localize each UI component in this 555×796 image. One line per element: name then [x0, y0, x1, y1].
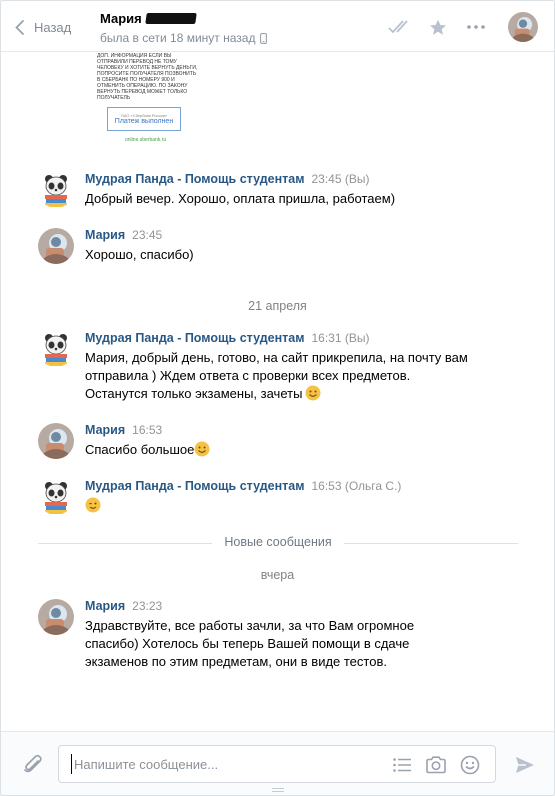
back-button[interactable]: Назад — [15, 16, 71, 38]
avatar-image — [38, 228, 74, 264]
new-messages-separator: Новые сообщения — [38, 535, 518, 551]
back-label: Назад — [34, 19, 72, 35]
date-separator: вчера — [260, 568, 295, 582]
new-messages-label: Новые сообщения — [224, 535, 332, 549]
message-text: Здравствуйте, все работы зачли, за что В… — [85, 617, 518, 671]
attach-button[interactable] — [21, 752, 45, 776]
smile-icon — [460, 755, 480, 775]
message: Мудрая Панда - Помощь студентам 23:45 (Вы… — [38, 172, 518, 208]
paperclip-icon — [24, 754, 42, 773]
message-author[interactable]: Мудрая Панда - Помощь студентам — [85, 479, 304, 493]
wink-emoji-icon — [85, 497, 101, 513]
panda-icon — [38, 172, 74, 208]
message-line: отправила ) Ждем ответа с проверки всех … — [85, 368, 411, 383]
message-text: Мария, добрый день, готово, на сайт прик… — [85, 349, 518, 403]
panda-icon — [38, 331, 74, 367]
message-input-box[interactable] — [58, 745, 496, 783]
message-time[interactable]: 23:45 — [132, 228, 162, 242]
avatar-image — [38, 423, 74, 459]
message-author[interactable]: Мария — [85, 423, 125, 437]
message-author[interactable]: Мудрая Панда - Помощь студентам — [85, 331, 304, 345]
panda-avatar[interactable] — [38, 331, 74, 367]
message-line: спасибо) Хотелось бы теперь Вашей помощи… — [85, 636, 410, 651]
peer-avatar[interactable] — [508, 12, 538, 42]
peer-status: была в сети 18 минут назад — [100, 31, 256, 45]
message-line: Добрый вечер. Хорошо, оплата пришла, раб… — [85, 191, 396, 206]
double-check-icon — [388, 20, 408, 34]
message-text: Спасибо большое — [85, 441, 518, 459]
more-icon — [467, 25, 485, 29]
message-line: Хорошо, спасибо) — [85, 247, 194, 262]
panda-avatar[interactable] — [38, 172, 74, 208]
receipt-stamp-label: Платеж выполнен — [114, 118, 174, 125]
emoji-button[interactable] — [459, 754, 481, 776]
chat-window: Назад Мария была в сети 18 минут назад Д… — [0, 0, 555, 796]
message-text: Добрый вечер. Хорошо, оплата пришла, раб… — [85, 190, 518, 208]
avatar-image — [38, 599, 74, 635]
message: Мария 23:45 Хорошо, спасибо) — [38, 228, 518, 264]
send-icon — [516, 757, 534, 773]
message-time[interactable]: 23:45 (Вы) — [311, 172, 369, 186]
peer-info[interactable]: Мария была в сети 18 минут назад — [100, 11, 268, 45]
message: Мария 23:23 Здравствуйте, все работы зачл… — [38, 599, 518, 671]
smile-emoji-icon — [305, 385, 321, 401]
receipt-text: ДОП. ИНФОРМАЦИЯ ЕСЛИ ВЫ ОТПРАВИЛИ ПЕРЕВО… — [97, 53, 198, 101]
message: Мудрая Панда - Помощь студентам 16:31 (Вы… — [38, 331, 518, 403]
message-history: ДОП. ИНФОРМАЦИЯ ЕСЛИ ВЫ ОТПРАВИЛИ ПЕРЕВО… — [1, 53, 554, 731]
star-icon — [430, 19, 446, 35]
message-time[interactable]: 16:53 — [132, 423, 162, 437]
phone-icon — [260, 32, 268, 44]
message-time[interactable]: 16:31 (Вы) — [311, 331, 369, 345]
date-separator: 21 апреля — [248, 299, 307, 313]
message-line: Останутся только экзамены, зачеты — [85, 386, 303, 401]
message-time[interactable]: 16:53 (Ольга С.) — [311, 479, 401, 493]
read-status-icon[interactable] — [388, 16, 412, 38]
resize-handle[interactable] — [272, 788, 284, 792]
favorite-button[interactable] — [426, 16, 450, 38]
maria-avatar[interactable] — [38, 423, 74, 459]
message-line: Спасибо большое — [85, 442, 195, 457]
message-line: экзаменов по этим предметам, они в виде … — [85, 654, 387, 669]
list-icon — [393, 758, 411, 772]
smile-emoji-icon — [194, 441, 210, 457]
avatar-image — [508, 12, 538, 42]
message-author[interactable]: Мария — [85, 599, 125, 613]
message-text: Хорошо, спасибо) — [85, 246, 518, 264]
peer-name: Мария — [100, 11, 142, 26]
message-composer — [1, 731, 554, 795]
templates-button[interactable] — [391, 754, 413, 776]
more-button[interactable] — [464, 16, 488, 38]
maria-avatar[interactable] — [38, 599, 74, 635]
message-input[interactable] — [71, 754, 371, 774]
redaction-mark — [144, 13, 197, 24]
maria-avatar[interactable] — [38, 228, 74, 264]
message: Мудрая Панда - Помощь студентам 16:53 (Ол… — [38, 479, 518, 515]
receipt-link: online.sberbank.ru — [125, 137, 167, 143]
panda-avatar[interactable] — [38, 479, 74, 515]
panda-icon — [38, 479, 74, 515]
chevron-left-icon — [15, 19, 24, 35]
receipt-stamp: ПАО «Сбербанк России» Платеж выполнен — [107, 107, 181, 131]
message-line: Здравствуйте, все работы зачли, за что В… — [85, 618, 415, 633]
message-time[interactable]: 23:23 — [132, 599, 162, 613]
camera-button[interactable] — [425, 754, 447, 776]
message-text — [85, 497, 518, 515]
receipt-image-attachment[interactable]: ДОП. ИНФОРМАЦИЯ ЕСЛИ ВЫ ОТПРАВИЛИ ПЕРЕВО… — [97, 53, 207, 145]
chat-header: Назад Мария была в сети 18 минут назад — [1, 1, 554, 52]
message-author[interactable]: Мудрая Панда - Помощь студентам — [85, 172, 304, 186]
message-author[interactable]: Мария — [85, 228, 125, 242]
send-button[interactable] — [513, 753, 537, 777]
camera-icon — [426, 756, 446, 774]
message: Мария 16:53 Спасибо большое — [38, 423, 518, 459]
message-line: Мария, добрый день, готово, на сайт прик… — [85, 350, 468, 365]
